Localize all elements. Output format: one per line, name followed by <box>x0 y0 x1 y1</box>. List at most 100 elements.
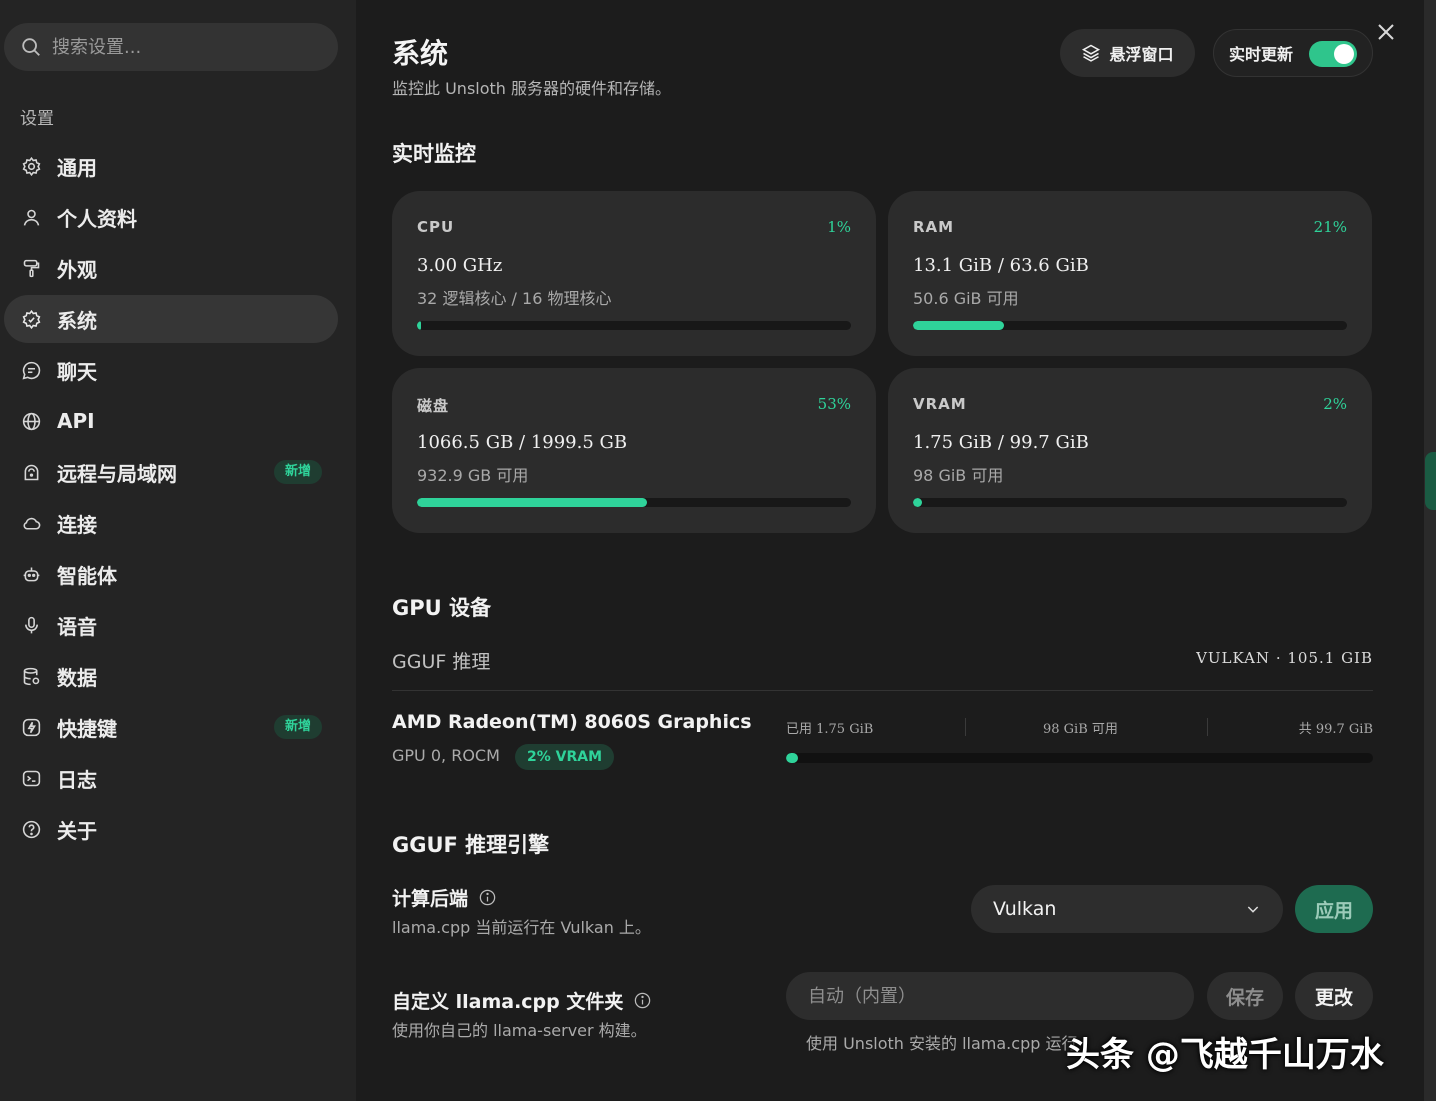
gguf-inference-row: GGUF 推理 VULKAN · 105.1 GIB <box>392 645 1373 691</box>
compute-backend-desc: llama.cpp 当前运行在 Vulkan 上。 <box>392 918 651 937</box>
custom-llama-desc: 使用你自己的 llama-server 构建。 <box>392 1021 647 1040</box>
sidebar-item-logs[interactable]: 日志 <box>4 754 338 802</box>
system-gear-icon <box>20 308 42 330</box>
live-update-toggle[interactable] <box>1309 41 1357 67</box>
robot-icon <box>20 563 42 585</box>
usage-bar <box>913 498 1347 507</box>
paint-roller-icon <box>20 257 42 279</box>
divider <box>1207 718 1208 736</box>
gpu-vram-bar <box>786 753 1373 763</box>
sidebar-item-voice[interactable]: 语音 <box>4 601 338 649</box>
info-icon[interactable] <box>478 888 497 907</box>
card-value: 1066.5 GB / 1999.5 GB <box>417 432 628 453</box>
settings-main-panel: 系统 监控此 Unsloth 服务器的硬件和存储。 悬浮窗口 实时更新 实时监控… <box>356 0 1424 1101</box>
sidebar-item-label: 系统 <box>57 308 97 333</box>
watermark: 头条 @飞越千山万水 <box>1066 1035 1384 1075</box>
settings-search[interactable] <box>4 23 338 71</box>
sidebar-item-system[interactable]: 系统 <box>4 295 338 343</box>
usage-bar <box>417 498 851 507</box>
realtime-monitor-title: 实时监控 <box>392 142 476 166</box>
settings-sidebar: 设置 通用 个人资料 外观 系统 聊天 API 远程与局域网 新增 <box>0 0 356 1101</box>
card-subtext: 98 GiB 可用 <box>913 466 1004 485</box>
gguf-engine-title: GGUF 推理引擎 <box>392 833 550 857</box>
gguf-inference-label: GGUF 推理 <box>392 651 491 673</box>
page-title: 系统 <box>392 37 449 70</box>
sidebar-item-general[interactable]: 通用 <box>4 142 338 190</box>
live-update-control: 实时更新 <box>1213 29 1373 77</box>
card-label: 磁盘 <box>417 397 450 415</box>
sidebar-item-label: 外观 <box>57 257 97 282</box>
sidebar-item-label: 智能体 <box>57 563 117 588</box>
card-label: CPU <box>417 218 455 236</box>
new-badge: 新增 <box>273 460 322 484</box>
chevron-down-icon <box>1247 906 1259 913</box>
sidebar-item-shortcuts[interactable]: 快捷键 新增 <box>4 703 338 751</box>
sidebar-item-label: API <box>57 409 95 433</box>
router-icon <box>20 461 42 483</box>
gpu-device-name: AMD Radeon(TM) 8060S Graphics <box>392 711 752 733</box>
card-percent: 21% <box>1313 218 1347 236</box>
sidebar-item-profile[interactable]: 个人资料 <box>4 193 338 241</box>
gpu-devices-title: GPU 设备 <box>392 596 491 620</box>
help-icon <box>20 818 42 840</box>
sidebar-item-remote-lan[interactable]: 远程与局域网 新增 <box>4 448 338 496</box>
path-hint: 使用 Unsloth 安装的 llama.cpp 运行 <box>806 1034 1078 1053</box>
sidebar-item-data[interactable]: 数据 <box>4 652 338 700</box>
card-value: 13.1 GiB / 63.6 GiB <box>913 255 1089 276</box>
usage-bar-fill <box>913 498 922 507</box>
search-input[interactable] <box>52 36 312 58</box>
compute-backend-title: 计算后端 <box>392 884 497 911</box>
background-window-tab <box>1425 452 1436 510</box>
apply-button[interactable]: 应用 <box>1295 885 1373 933</box>
card-label: RAM <box>913 218 955 236</box>
usage-bar <box>913 321 1347 330</box>
sidebar-section-label: 设置 <box>20 109 54 129</box>
microphone-icon <box>20 614 42 636</box>
gpu-vram-bar-fill <box>786 753 798 763</box>
user-icon <box>20 206 42 228</box>
sidebar-item-chat[interactable]: 聊天 <box>4 346 338 394</box>
backend-selected-value: Vulkan <box>993 898 1057 920</box>
card-percent: 1% <box>827 218 851 236</box>
layers-icon <box>1082 44 1101 62</box>
card-percent: 53% <box>817 395 851 413</box>
card-value: 3.00 GHz <box>417 255 503 276</box>
sidebar-item-label: 日志 <box>57 767 97 792</box>
gpu-free: 98 GiB 可用 <box>1043 722 1118 737</box>
save-button[interactable]: 保存 <box>1207 972 1283 1020</box>
change-button[interactable]: 更改 <box>1295 972 1373 1020</box>
sidebar-item-label: 快捷键 <box>57 716 117 741</box>
sidebar-item-label: 数据 <box>57 665 97 690</box>
sidebar-item-label: 个人资料 <box>57 206 137 231</box>
live-update-label: 实时更新 <box>1229 45 1294 64</box>
sidebar-item-appearance[interactable]: 外观 <box>4 244 338 292</box>
terminal-icon <box>20 767 42 789</box>
sidebar-item-label: 聊天 <box>57 359 97 384</box>
usage-bar-fill <box>913 321 1005 330</box>
usage-bar-fill <box>417 498 648 507</box>
sidebar-item-connections[interactable]: 连接 <box>4 499 338 547</box>
backend-select[interactable]: Vulkan <box>971 885 1283 933</box>
card-subtext: 32 逻辑核心 / 16 物理核心 <box>417 289 612 308</box>
float-window-button[interactable]: 悬浮窗口 <box>1060 29 1195 77</box>
sidebar-item-label: 通用 <box>57 155 97 180</box>
gpu-memory-stats: 已用 1.75 GiB 98 GiB 可用 共 99.7 GiB <box>786 718 1373 738</box>
sidebar-item-agents[interactable]: 智能体 <box>4 550 338 598</box>
sidebar-item-api[interactable]: API <box>4 397 338 445</box>
vram-usage-badge: 2% VRAM <box>515 744 615 770</box>
globe-icon <box>20 410 42 432</box>
close-icon[interactable] <box>1374 20 1398 44</box>
info-icon[interactable] <box>633 991 652 1010</box>
cpu-card: CPU 1% 3.00 GHz 32 逻辑核心 / 16 物理核心 <box>392 191 876 356</box>
sidebar-item-label: 语音 <box>57 614 97 639</box>
vram-card: VRAM 2% 1.75 GiB / 99.7 GiB 98 GiB 可用 <box>888 368 1372 533</box>
sidebar-item-about[interactable]: 关于 <box>4 805 338 853</box>
float-window-label: 悬浮窗口 <box>1109 45 1174 64</box>
new-badge: 新增 <box>273 715 322 739</box>
chat-icon <box>20 359 42 381</box>
card-subtext: 50.6 GiB 可用 <box>913 289 1019 308</box>
ram-card: RAM 21% 13.1 GiB / 63.6 GiB 50.6 GiB 可用 <box>888 191 1372 356</box>
card-subtext: 932.9 GB 可用 <box>417 466 529 485</box>
llama-folder-input[interactable] <box>786 972 1194 1020</box>
search-icon <box>22 38 40 56</box>
